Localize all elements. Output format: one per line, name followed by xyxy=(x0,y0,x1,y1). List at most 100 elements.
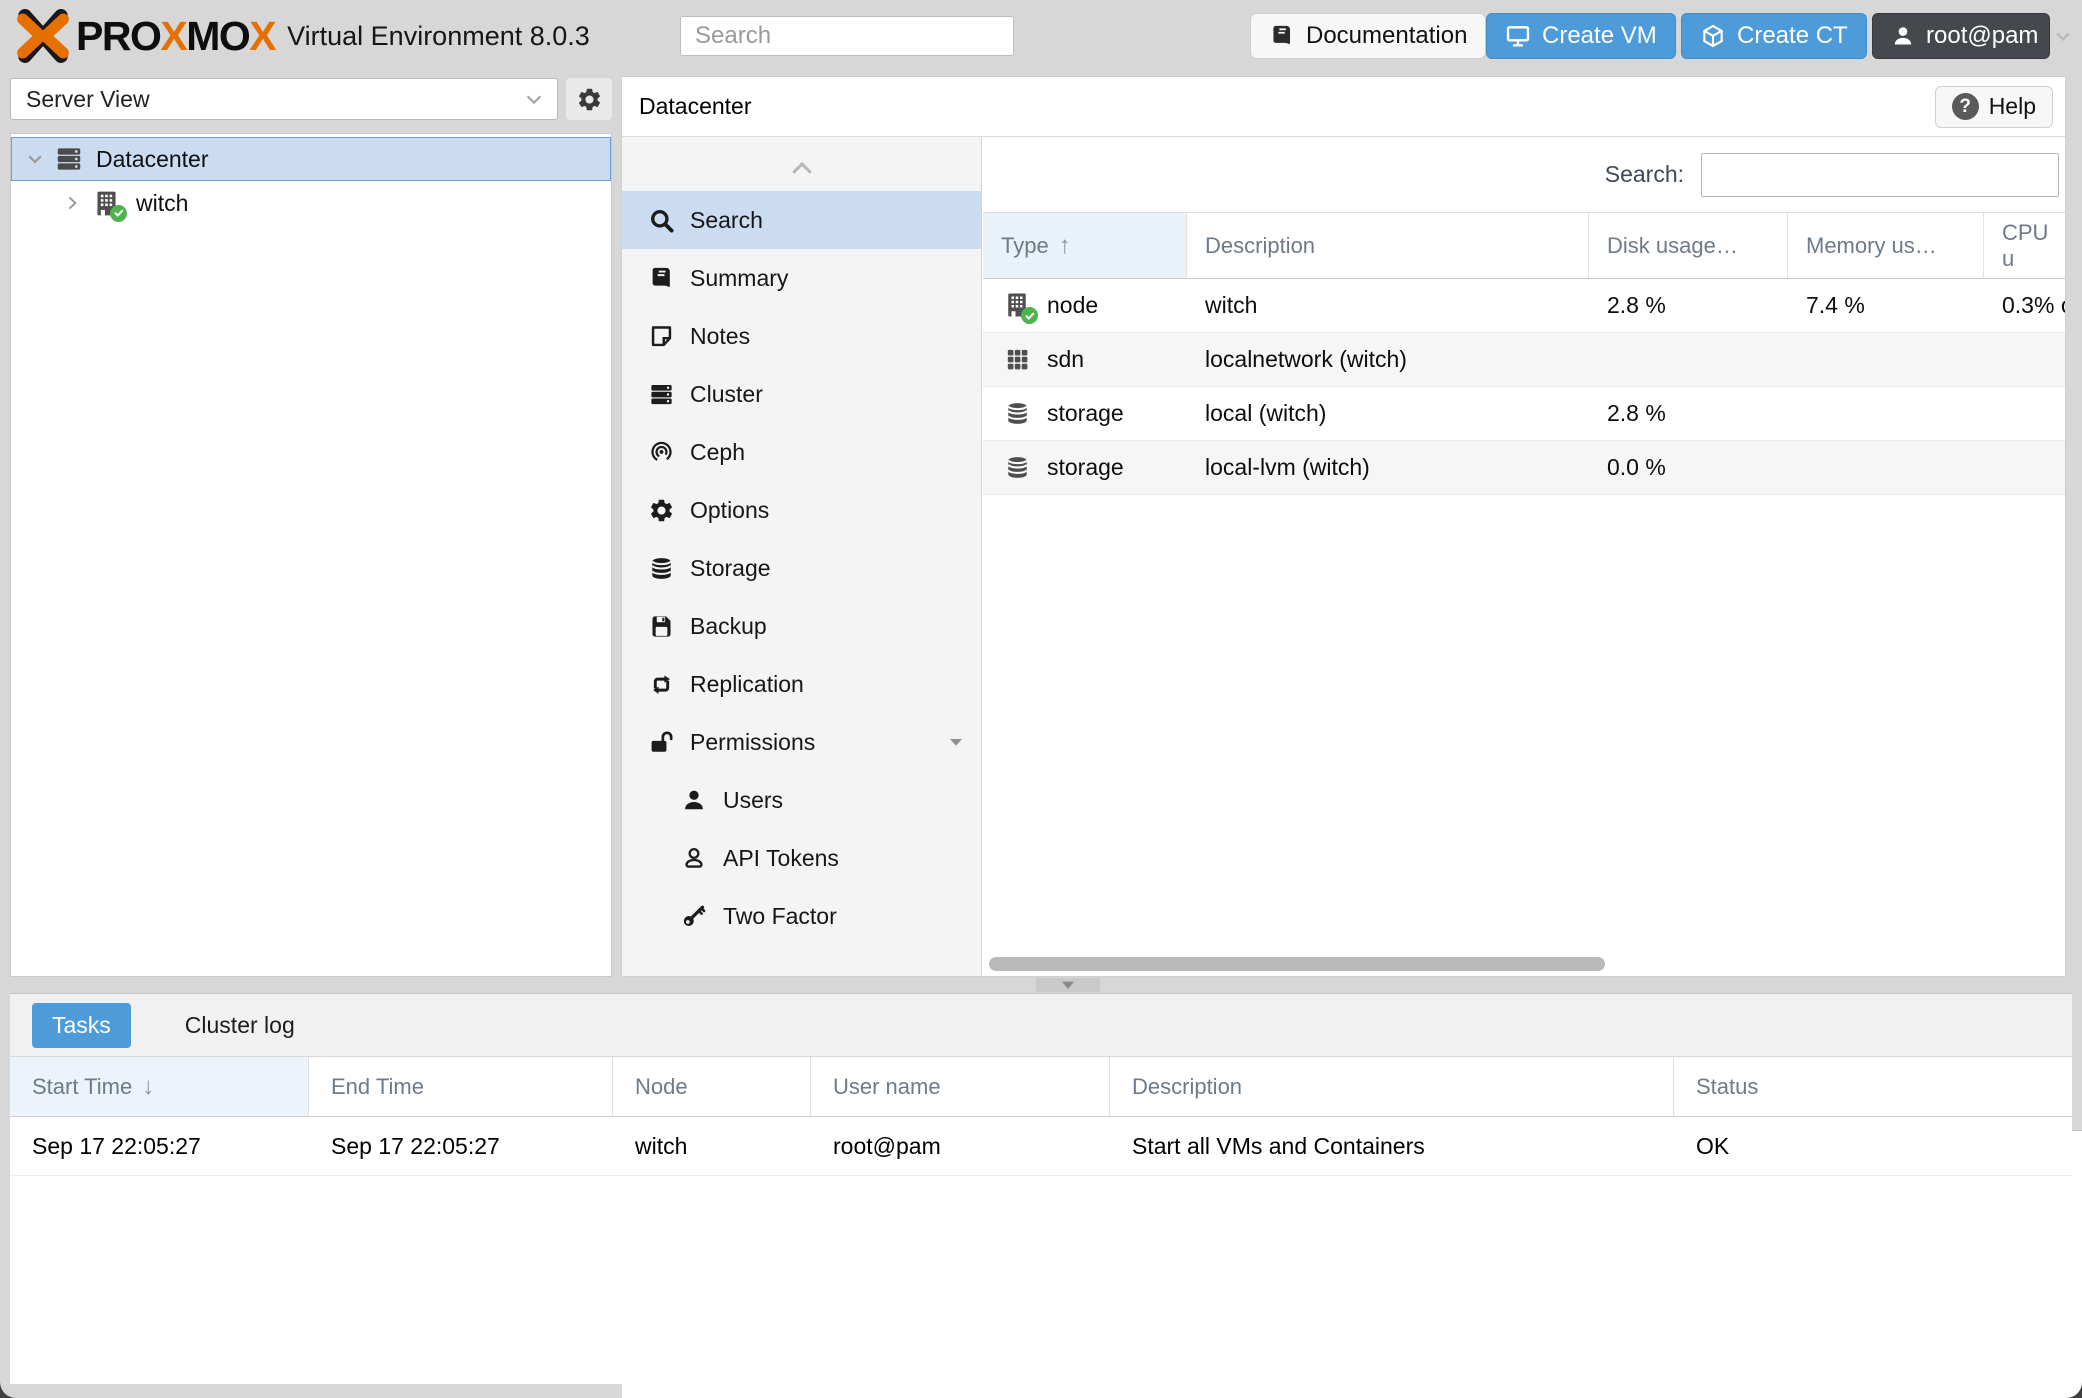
nav-item-summary[interactable]: Summary xyxy=(622,249,981,307)
book-icon xyxy=(645,265,677,292)
nav-item-ceph[interactable]: Ceph xyxy=(622,423,981,481)
proxmox-logo: PROXMOX Virtual Environment 8.0.3 xyxy=(16,9,590,63)
view-selector-dropdown[interactable]: Server View xyxy=(10,78,558,120)
table-row-storage-local[interactable]: storage local (witch) 2.8 % xyxy=(983,387,2065,441)
logo-wordmark: PROXMOX xyxy=(76,13,275,60)
nav-item-replication[interactable]: Replication xyxy=(622,655,981,713)
nav-item-storage[interactable]: Storage xyxy=(622,539,981,597)
table-row-sdn[interactable]: sdn localnetwork (witch) xyxy=(983,333,2065,387)
documentation-button[interactable]: Documentation xyxy=(1250,13,1486,59)
create-ct-button[interactable]: Create CT xyxy=(1681,13,1867,59)
content-panel: Datacenter ? Help Search Summary Notes xyxy=(621,76,2066,977)
horizontal-scrollbar[interactable] xyxy=(983,957,2065,971)
resource-tree: Datacenter witch xyxy=(10,133,612,977)
nav-item-search[interactable]: Search xyxy=(622,191,981,249)
gear-icon xyxy=(576,86,603,113)
splitter-collapse-handle[interactable] xyxy=(1036,978,1100,992)
node-icon xyxy=(91,188,122,219)
online-check-icon xyxy=(110,205,127,222)
datacenter-icon xyxy=(54,144,84,174)
user-solid-icon xyxy=(678,787,710,813)
nav-item-cluster[interactable]: Cluster xyxy=(622,365,981,423)
key-icon xyxy=(678,903,710,929)
task-log-panel: Tasks Cluster log Start Time ↓ End Time … xyxy=(10,993,2072,1384)
search-results-panel: Search: Type ↑ Description Disk usage… M… xyxy=(983,137,2065,976)
retweet-icon xyxy=(645,671,677,698)
database-icon xyxy=(645,555,677,582)
storage-icon xyxy=(1001,400,1033,427)
column-header-end-time[interactable]: End Time xyxy=(309,1057,613,1116)
note-icon xyxy=(645,323,677,350)
table-row-storage-local-lvm[interactable]: storage local-lvm (witch) 0.0 % xyxy=(983,441,2065,495)
task-table-header: Start Time ↓ End Time Node User name Des… xyxy=(10,1056,2072,1117)
servers-icon xyxy=(645,381,677,408)
column-header-memory-usage[interactable]: Memory us… xyxy=(1788,213,1984,278)
user-menu-button[interactable]: root@pam xyxy=(1872,13,2050,59)
task-row[interactable]: Sep 17 22:05:27 Sep 17 22:05:27 witch ro… xyxy=(10,1117,2072,1176)
nav-item-two-factor[interactable]: Two Factor xyxy=(622,887,981,945)
top-header: PROXMOX Virtual Environment 8.0.3 Docume… xyxy=(0,0,2082,72)
column-header-description[interactable]: Description xyxy=(1187,213,1589,278)
search-label: Search: xyxy=(1605,161,1684,188)
tree-item-label: Datacenter xyxy=(96,146,209,173)
panel-splitter[interactable] xyxy=(10,977,2072,993)
sort-desc-icon: ↓ xyxy=(142,1073,154,1101)
resource-search-input[interactable] xyxy=(1701,153,2059,197)
tab-cluster-log[interactable]: Cluster log xyxy=(165,1003,315,1048)
column-header-user-name[interactable]: User name xyxy=(811,1057,1110,1116)
column-header-type[interactable]: Type ↑ xyxy=(983,213,1187,278)
collapse-triangle-icon[interactable] xyxy=(947,733,965,751)
table-row-node-witch[interactable]: node witch 2.8 % 7.4 % 0.3% o xyxy=(983,279,2065,333)
scroll-up-icon[interactable] xyxy=(622,147,981,191)
column-header-description[interactable]: Description xyxy=(1110,1057,1674,1116)
help-button[interactable]: ? Help xyxy=(1935,86,2053,128)
tab-tasks[interactable]: Tasks xyxy=(32,1003,131,1048)
sdn-grid-icon xyxy=(1001,346,1033,373)
caret-down-icon[interactable] xyxy=(22,149,48,169)
nav-item-permissions[interactable]: Permissions xyxy=(622,713,981,771)
tree-item-label: witch xyxy=(136,190,188,217)
user-outline-icon xyxy=(678,845,710,871)
tree-item-datacenter[interactable]: Datacenter xyxy=(11,137,611,181)
search-bar: Search: xyxy=(983,137,2065,213)
column-header-start-time[interactable]: Start Time ↓ xyxy=(10,1057,309,1116)
page-title: Datacenter xyxy=(639,93,752,120)
ceph-icon xyxy=(645,439,677,466)
sort-asc-icon: ↑ xyxy=(1059,232,1071,260)
book-icon xyxy=(1269,23,1295,49)
proxmox-x-logo-icon xyxy=(16,9,70,63)
create-vm-button[interactable]: Create VM xyxy=(1486,13,1676,59)
nav-item-api-tokens[interactable]: API Tokens xyxy=(622,829,981,887)
monitor-icon xyxy=(1505,23,1531,49)
unlock-icon xyxy=(645,729,677,756)
scrollbar-thumb[interactable] xyxy=(989,957,1605,971)
global-search-input[interactable] xyxy=(680,16,1014,56)
column-header-status[interactable]: Status xyxy=(1674,1057,2072,1116)
search-icon xyxy=(645,207,677,234)
nav-item-backup[interactable]: Backup xyxy=(622,597,981,655)
nav-item-options[interactable]: Options xyxy=(622,481,981,539)
column-header-disk-usage[interactable]: Disk usage… xyxy=(1589,213,1788,278)
online-check-icon xyxy=(1021,307,1038,324)
product-version-label: Virtual Environment 8.0.3 xyxy=(287,21,590,52)
nav-item-notes[interactable]: Notes xyxy=(622,307,981,365)
log-tabs: Tasks Cluster log xyxy=(10,994,2072,1056)
floppy-icon xyxy=(645,613,677,640)
proxmox-app: PROXMOX Virtual Environment 8.0.3 Docume… xyxy=(0,0,2082,1398)
nav-item-users[interactable]: Users xyxy=(622,771,981,829)
content-header: Datacenter ? Help xyxy=(622,77,2065,137)
tree-settings-button[interactable] xyxy=(566,78,612,120)
node-icon xyxy=(1001,290,1033,321)
storage-icon xyxy=(1001,454,1033,481)
user-icon xyxy=(1891,24,1915,48)
question-icon: ? xyxy=(1952,93,1979,120)
column-header-node[interactable]: Node xyxy=(613,1057,811,1116)
tree-item-witch[interactable]: witch xyxy=(11,181,611,225)
column-header-cpu-usage[interactable]: CPU u xyxy=(1984,213,2065,278)
chevron-down-icon xyxy=(2053,26,2073,46)
cube-icon xyxy=(1700,23,1726,49)
resource-table-header: Type ↑ Description Disk usage… Memory us… xyxy=(983,213,2065,279)
caret-right-icon[interactable] xyxy=(59,194,85,212)
gear-icon xyxy=(645,497,677,524)
datacenter-nav: Search Summary Notes Cluster Ceph Option… xyxy=(622,137,982,976)
